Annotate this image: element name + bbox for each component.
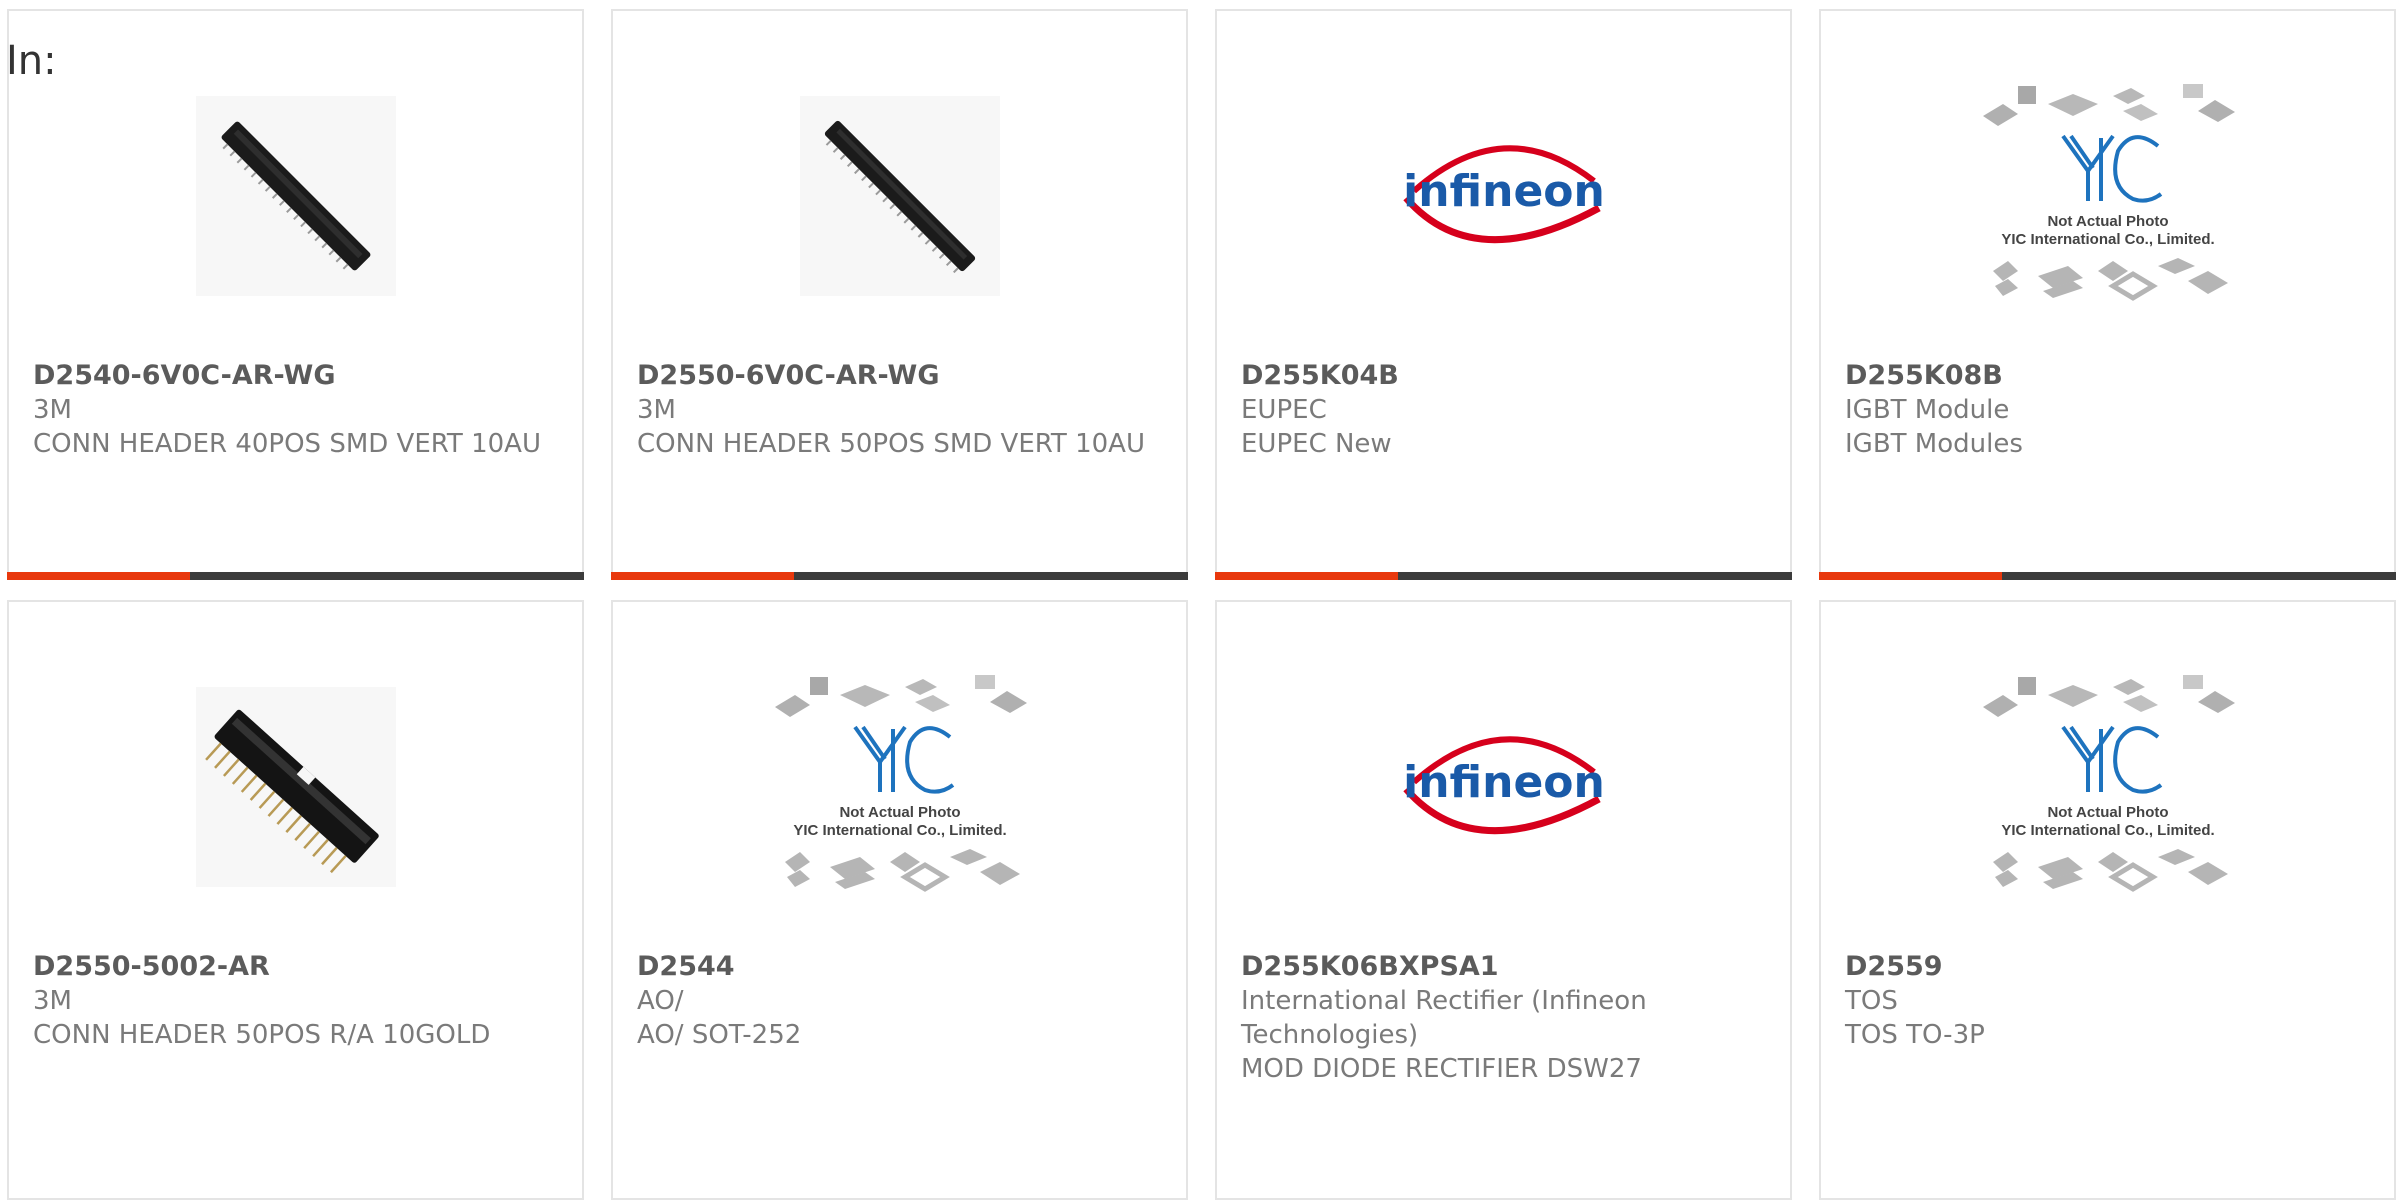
product-card[interactable]: D2550-6V0C-AR-WG 3M CONN HEADER 50POS SM…: [611, 9, 1188, 580]
brand: IGBT Module: [1845, 395, 2010, 425]
card-bar: [7, 572, 584, 580]
description: CONN HEADER 50POS SMD VERT 10AU: [637, 429, 1145, 459]
part-number[interactable]: D255K06BXPSA1: [1241, 950, 1776, 984]
product-card[interactable]: D2540-6V0C-AR-WG 3M CONN HEADER 40POS SM…: [7, 9, 584, 580]
connector-image: [195, 687, 396, 887]
yic-placeholder-image: Not Actual Photo YIC International Co., …: [1982, 84, 2235, 301]
part-number[interactable]: D2544: [637, 950, 1172, 984]
infineon-logo-text: infineon: [1403, 166, 1605, 217]
yic-notice: Not Actual Photo: [2047, 213, 2168, 230]
description: CONN HEADER 50POS R/A 10GOLD: [33, 1020, 491, 1050]
card-bar: [1819, 572, 2396, 580]
product-image[interactable]: infineon: [1217, 672, 1790, 902]
product-image[interactable]: infineon: [1217, 81, 1790, 311]
product-card[interactable]: infineon D255K06BXPSA1 International Rec…: [1215, 600, 1792, 1200]
part-number[interactable]: D255K04B: [1241, 359, 1776, 393]
product-image[interactable]: [9, 81, 582, 311]
part-number[interactable]: D2559: [1845, 950, 2380, 984]
brand: 3M: [33, 395, 72, 425]
part-number[interactable]: D2550-6V0C-AR-WG: [637, 359, 1172, 393]
part-number[interactable]: D255K08B: [1845, 359, 2380, 393]
card-bar-accent: [1215, 572, 1398, 580]
description: CONN HEADER 40POS SMD VERT 10AU: [33, 429, 541, 459]
brand: AO/: [637, 986, 684, 1016]
product-card[interactable]: infineon D255K04B EUPEC EUPEC New: [1215, 9, 1792, 580]
product-card[interactable]: Not Actual Photo YIC International Co., …: [1819, 9, 2396, 580]
description: EUPEC New: [1241, 429, 1392, 459]
yic-placeholder-image: Not Actual Photo YIC International Co., …: [1982, 675, 2235, 892]
description: TOS TO-3P: [1845, 1020, 1985, 1050]
yic-notice: Not Actual Photo: [2047, 804, 2168, 821]
card-bar-accent: [611, 572, 794, 580]
brand: 3M: [33, 986, 72, 1016]
description: IGBT Modules: [1845, 429, 2023, 459]
page-label: In:: [6, 38, 57, 84]
product-card[interactable]: Not Actual Photo YIC International Co., …: [611, 600, 1188, 1200]
description: AO/ SOT-252: [637, 1020, 802, 1050]
yic-company: YIC International Co., Limited.: [793, 822, 1006, 839]
part-number[interactable]: D2540-6V0C-AR-WG: [33, 359, 568, 393]
product-image[interactable]: Not Actual Photo YIC International Co., …: [1821, 672, 2394, 902]
product-card[interactable]: Not Actual Photo YIC International Co., …: [1819, 600, 2396, 1200]
product-image[interactable]: [613, 81, 1186, 311]
infineon-logo: infineon: [1403, 145, 1605, 244]
product-image[interactable]: Not Actual Photo YIC International Co., …: [1821, 81, 2394, 311]
infineon-logo: infineon: [1403, 736, 1605, 835]
yic-placeholder-image: Not Actual Photo YIC International Co., …: [774, 675, 1027, 892]
card-bar-accent: [7, 572, 190, 580]
card-bar-accent: [1819, 572, 2002, 580]
card-bar: [1215, 572, 1792, 580]
description: MOD DIODE RECTIFIER DSW27: [1241, 1054, 1642, 1084]
connector-image: [799, 96, 1000, 296]
part-number[interactable]: D2550-5002-AR: [33, 950, 568, 984]
card-bar: [611, 572, 1188, 580]
product-card[interactable]: D2550-5002-AR 3M CONN HEADER 50POS R/A 1…: [7, 600, 584, 1200]
yic-notice: Not Actual Photo: [839, 804, 960, 821]
infineon-logo-text: infineon: [1403, 757, 1605, 808]
brand: International Rectifier (Infineon Techno…: [1241, 986, 1647, 1050]
brand: EUPEC: [1241, 395, 1327, 425]
yic-company: YIC International Co., Limited.: [2001, 231, 2214, 248]
product-image[interactable]: [9, 672, 582, 902]
yic-company: YIC International Co., Limited.: [2001, 822, 2214, 839]
product-image[interactable]: Not Actual Photo YIC International Co., …: [613, 672, 1186, 902]
brand: 3M: [637, 395, 676, 425]
connector-image: [195, 96, 396, 296]
brand: TOS: [1845, 986, 1898, 1016]
